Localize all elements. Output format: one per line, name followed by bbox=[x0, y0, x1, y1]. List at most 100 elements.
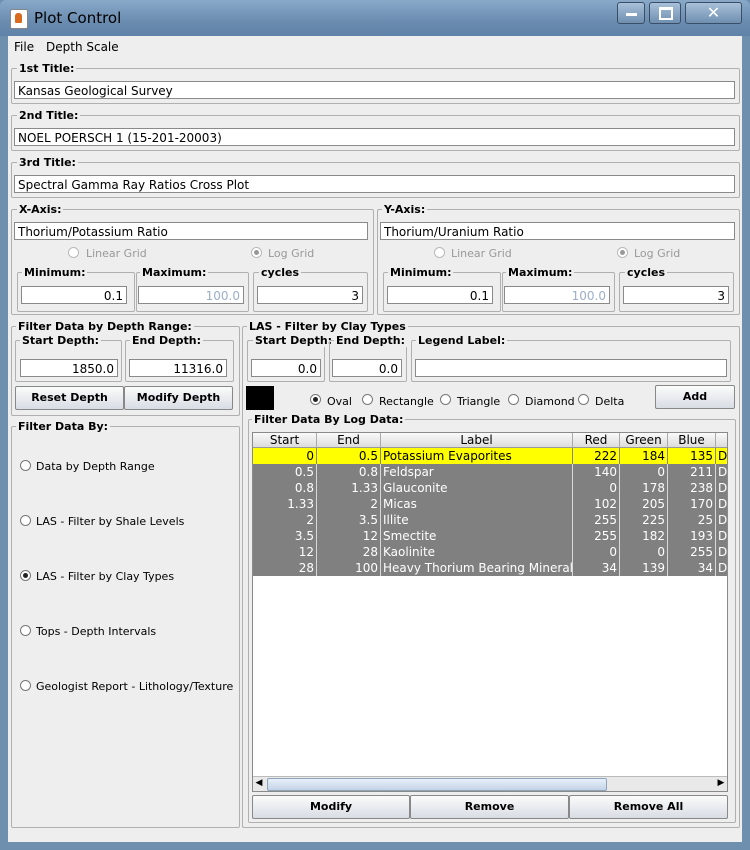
shape-delta-radio[interactable] bbox=[578, 394, 589, 405]
log-data-table[interactable]: Start End Label Red Green Blue 0 0.5 Potas… bbox=[252, 432, 728, 792]
x-max-input[interactable]: 100.0 bbox=[138, 286, 244, 304]
minimize-button[interactable] bbox=[617, 2, 645, 24]
table-row[interactable]: 2 3.5 Illite 255 225 25 D bbox=[253, 512, 727, 528]
y-max-label: Maximum: bbox=[506, 266, 575, 279]
x-linear-grid-label: Linear Grid bbox=[86, 247, 147, 260]
end-depth-label: End Depth: bbox=[130, 334, 204, 347]
filter-by-label: Filter Data By: bbox=[16, 420, 111, 433]
table-row[interactable]: 28 100 Heavy Thorium Bearing Minerals 34 139… bbox=[253, 560, 727, 576]
scroll-right-icon[interactable]: ▶ bbox=[715, 777, 727, 790]
table-cell: 193 bbox=[668, 528, 716, 544]
reset-depth-button[interactable]: Reset Depth bbox=[15, 386, 124, 410]
table-cell: 1.33 bbox=[253, 496, 317, 512]
shape-oval-radio[interactable] bbox=[310, 394, 321, 405]
x-axis-label: X-Axis: bbox=[17, 203, 64, 216]
table-cell: 2 bbox=[317, 496, 381, 512]
table-cell: 25 bbox=[668, 512, 716, 528]
scroll-left-icon[interactable]: ◀ bbox=[253, 777, 265, 790]
x-min-label: Minimum: bbox=[22, 266, 88, 279]
second-title-input[interactable]: NOEL POERSCH 1 (15-201-20003) bbox=[14, 128, 735, 146]
clay-end-depth-input[interactable]: 0.0 bbox=[332, 359, 402, 377]
close-button[interactable]: ✕ bbox=[685, 2, 742, 24]
col-label[interactable]: Label bbox=[381, 433, 573, 447]
y-log-grid-label: Log Grid bbox=[634, 247, 681, 260]
symbol-color-swatch[interactable] bbox=[246, 386, 274, 410]
y-max-input[interactable]: 100.0 bbox=[504, 286, 610, 304]
java-app-icon bbox=[10, 9, 28, 29]
scroll-thumb[interactable] bbox=[267, 778, 607, 791]
menu-depth-scale[interactable]: Depth Scale bbox=[46, 40, 119, 54]
menu-file[interactable]: File bbox=[14, 40, 34, 54]
x-log-grid-label: Log Grid bbox=[268, 247, 315, 260]
table-header: Start End Label Red Green Blue bbox=[253, 433, 727, 448]
y-log-grid-radio[interactable] bbox=[617, 247, 628, 258]
table-cell: Micas bbox=[381, 496, 573, 512]
table-row[interactable]: 0 0.5 Potassium Evaporites 222 184 135 D bbox=[253, 448, 727, 464]
col-end[interactable]: End bbox=[317, 433, 381, 447]
shape-rectangle-label: Rectangle bbox=[379, 395, 434, 408]
title-bar[interactable]: Plot Control ✕ bbox=[0, 0, 750, 36]
shape-triangle-label: Triangle bbox=[457, 395, 501, 408]
table-cell: Heavy Thorium Bearing Minerals bbox=[383, 560, 573, 576]
clay-types-label: LAS - Filter by Clay Types bbox=[247, 320, 408, 333]
third-title-input[interactable]: Spectral Gamma Ray Ratios Cross Plot bbox=[14, 175, 735, 193]
col-start[interactable]: Start bbox=[253, 433, 317, 447]
table-cell: 222 bbox=[573, 448, 620, 464]
shape-triangle-radio[interactable] bbox=[440, 394, 451, 405]
add-button[interactable]: Add bbox=[655, 385, 735, 409]
x-cycles-input[interactable]: 3 bbox=[257, 286, 363, 304]
table-row[interactable]: 3.5 12 Smectite 255 182 193 D bbox=[253, 528, 727, 544]
table-cell: 0.8 bbox=[317, 464, 381, 480]
table-cell: 225 bbox=[620, 512, 668, 528]
table-cell: D bbox=[716, 480, 727, 496]
shape-delta-label: Delta bbox=[595, 395, 625, 408]
y-min-label: Minimum: bbox=[388, 266, 454, 279]
y-linear-grid-radio[interactable] bbox=[434, 247, 445, 258]
col-red[interactable]: Red bbox=[573, 433, 620, 447]
filter-tops-radio[interactable] bbox=[20, 625, 31, 636]
remove-all-button[interactable]: Remove All bbox=[569, 795, 728, 819]
x-log-grid-radio[interactable] bbox=[251, 247, 262, 258]
table-cell: 3.5 bbox=[317, 512, 381, 528]
x-linear-grid-radio[interactable] bbox=[68, 247, 79, 258]
legend-label-input[interactable] bbox=[415, 359, 727, 377]
col-green[interactable]: Green bbox=[620, 433, 668, 447]
end-depth-input[interactable]: 11316.0 bbox=[129, 359, 227, 377]
table-row[interactable]: 0.5 0.8 Feldspar 140 0 211 D bbox=[253, 464, 727, 480]
y-min-input[interactable]: 0.1 bbox=[387, 286, 493, 304]
y-cycles-input[interactable]: 3 bbox=[623, 286, 729, 304]
shape-diamond-radio[interactable] bbox=[508, 394, 519, 405]
modify-depth-button[interactable]: Modify Depth bbox=[124, 386, 233, 410]
table-cell: 0 bbox=[620, 544, 668, 560]
start-depth-input[interactable]: 1850.0 bbox=[20, 359, 118, 377]
maximize-button[interactable] bbox=[649, 2, 681, 24]
table-row[interactable]: 1.33 2 Micas 102 205 170 D bbox=[253, 496, 727, 512]
col-blue[interactable]: Blue bbox=[668, 433, 716, 447]
table-horizontal-scrollbar[interactable]: ◀ ▶ bbox=[253, 776, 727, 791]
filter-geologist-report-radio[interactable] bbox=[20, 680, 31, 691]
filter-shale-levels-radio[interactable] bbox=[20, 515, 31, 526]
first-title-input[interactable]: Kansas Geological Survey bbox=[14, 81, 735, 99]
filter-depth-range-radio[interactable] bbox=[20, 460, 31, 471]
table-row[interactable]: 0.8 1.33 Glauconite 0 178 238 D bbox=[253, 480, 727, 496]
table-cell: 255 bbox=[573, 528, 620, 544]
table-cell: 0.8 bbox=[253, 480, 317, 496]
table-row[interactable]: 12 28 Kaolinite 0 0 255 D bbox=[253, 544, 727, 560]
col-extra[interactable] bbox=[716, 433, 727, 447]
table-cell: 182 bbox=[620, 528, 668, 544]
filter-clay-types-radio[interactable] bbox=[20, 570, 31, 581]
shape-rectangle-radio[interactable] bbox=[362, 394, 373, 405]
clay-start-depth-input[interactable]: 0.0 bbox=[251, 359, 321, 377]
filter-shale-levels-label: LAS - Filter by Shale Levels bbox=[36, 515, 185, 528]
x-cycles-label: cycles bbox=[259, 266, 301, 279]
remove-button[interactable]: Remove bbox=[410, 795, 569, 819]
table-cell: D bbox=[716, 544, 727, 560]
y-axis-name-input[interactable]: Thorium/Uranium Ratio bbox=[380, 222, 735, 240]
table-cell: Kaolinite bbox=[381, 544, 573, 560]
x-min-input[interactable]: 0.1 bbox=[21, 286, 127, 304]
modify-button[interactable]: Modify bbox=[252, 795, 410, 819]
first-title-label: 1st Title: bbox=[17, 62, 77, 75]
table-cell: 0 bbox=[573, 544, 620, 560]
table-cell: 0.5 bbox=[253, 464, 317, 480]
x-axis-name-input[interactable]: Thorium/Potassium Ratio bbox=[14, 222, 368, 240]
